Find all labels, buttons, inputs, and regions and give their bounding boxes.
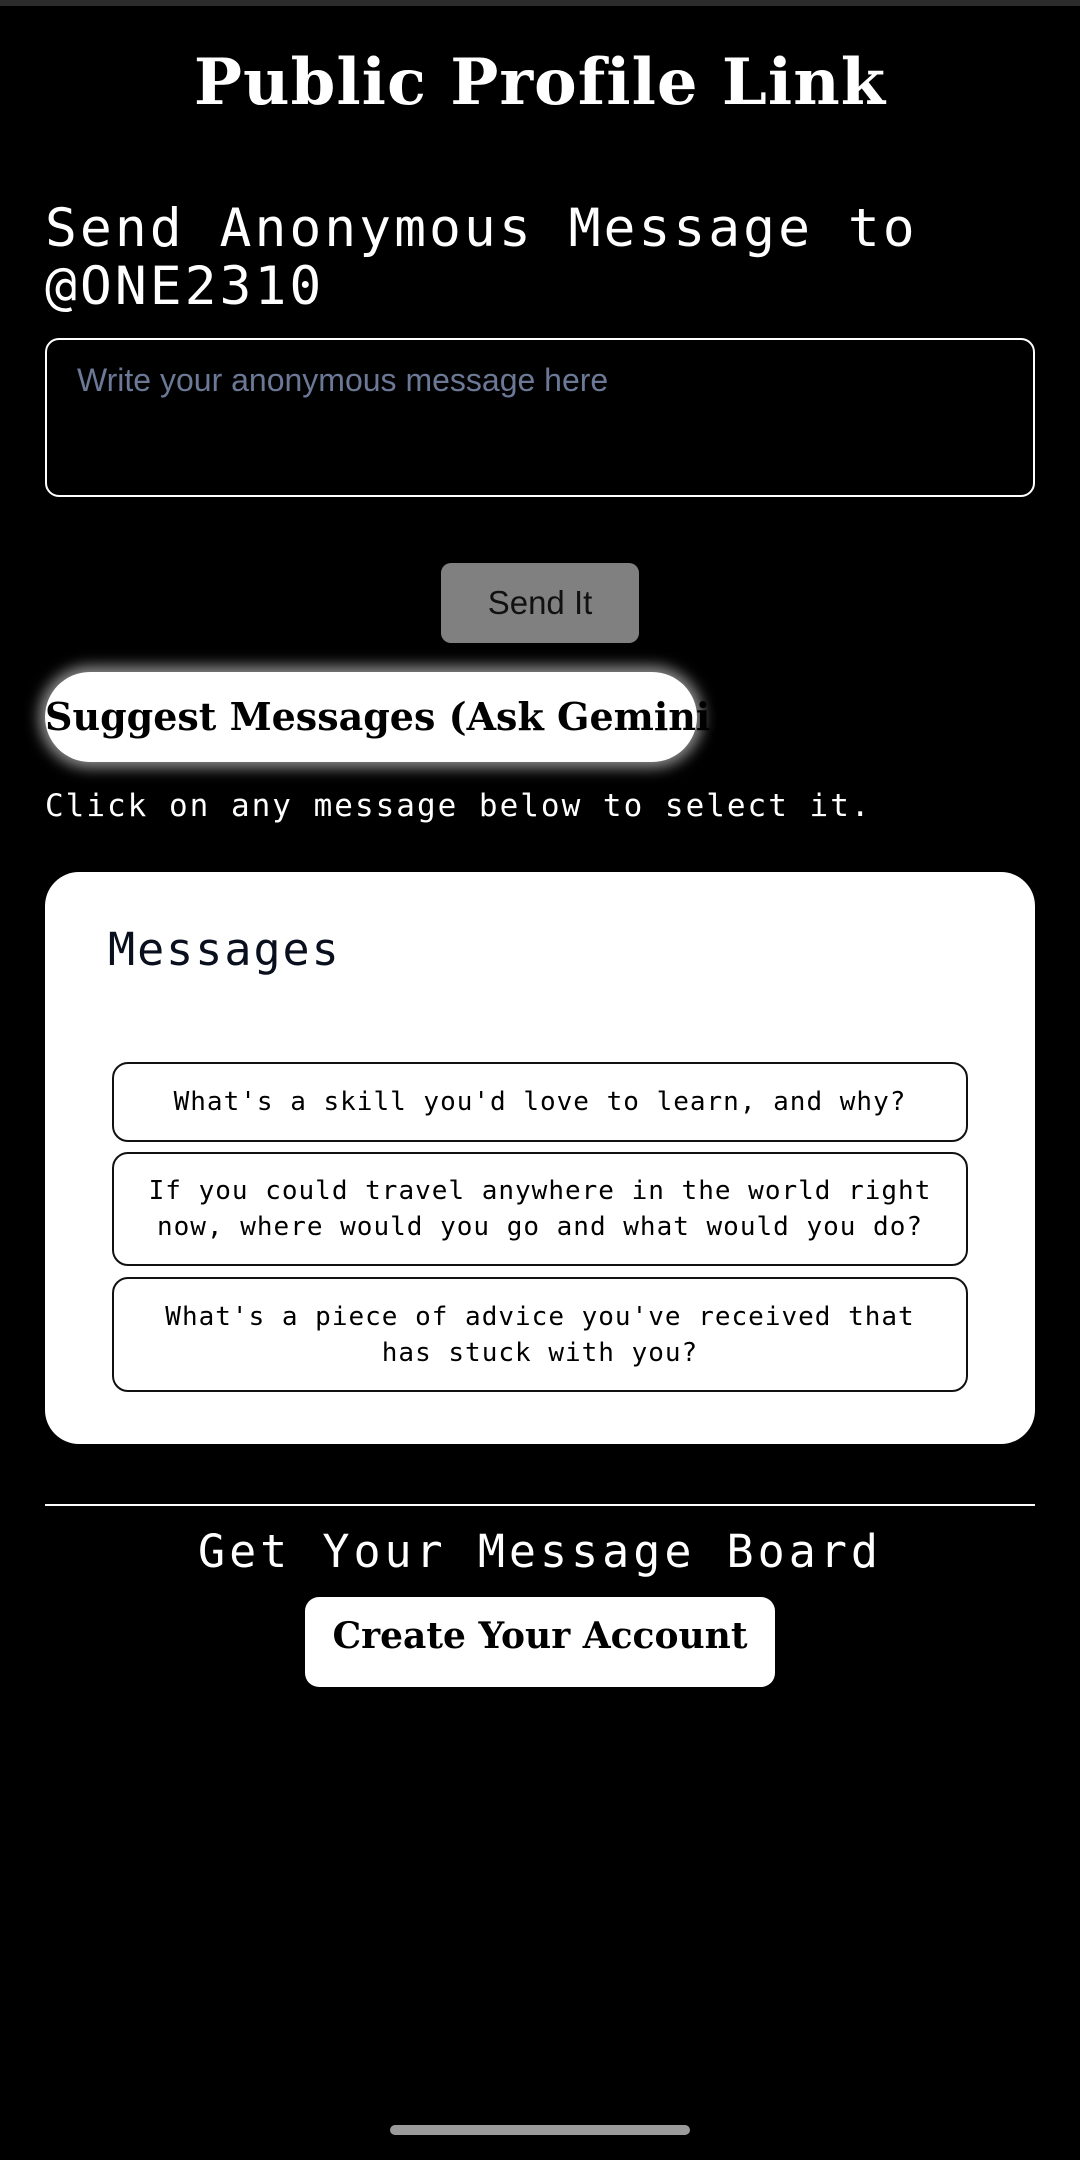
select-instruction-text: Click on any message below to select it. — [45, 788, 872, 824]
send-message-heading: Send Anonymous Message to @ONE2310 — [45, 198, 918, 317]
status-bar-strip — [0, 0, 1080, 6]
home-indicator[interactable] — [390, 2125, 690, 2135]
suggested-message-item[interactable]: What's a skill you'd love to learn, and … — [112, 1062, 968, 1142]
messages-card-title: Messages — [108, 923, 341, 976]
anonymous-message-input[interactable] — [45, 338, 1035, 497]
section-divider — [45, 1504, 1035, 1506]
suggested-message-item[interactable]: What's a piece of advice you've received… — [112, 1277, 968, 1392]
send-it-button[interactable]: Send It — [441, 563, 639, 643]
suggest-messages-button[interactable]: Suggest Messages (Ask Gemini) — [45, 672, 728, 762]
page-title: Public Profile Link — [193, 45, 887, 120]
messages-card: Messages What's a skill you'd love to le… — [45, 872, 1035, 1444]
create-account-button[interactable]: Create Your Account — [305, 1597, 775, 1687]
suggested-message-item[interactable]: If you could travel anywhere in the worl… — [112, 1152, 968, 1266]
message-board-heading: Get Your Message Board — [197, 1525, 883, 1578]
